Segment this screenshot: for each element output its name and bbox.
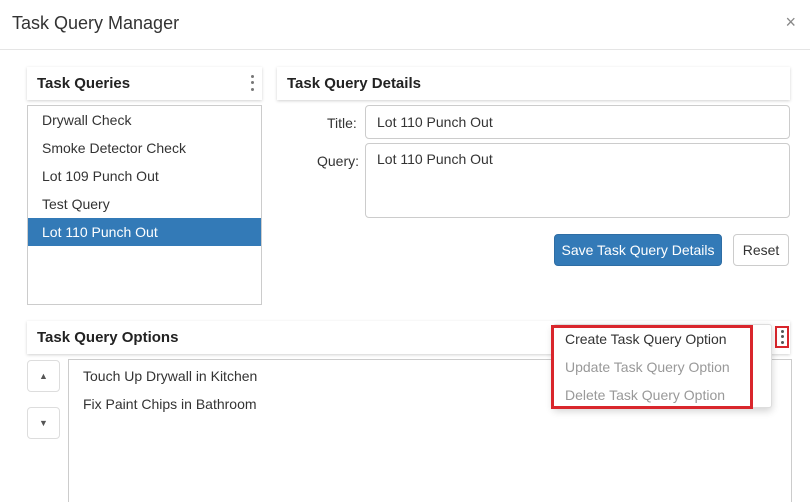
query-item-smoke-detector-check[interactable]: Smoke Detector Check <box>28 134 261 162</box>
query-item-drywall-check[interactable]: Drywall Check <box>28 106 261 134</box>
move-up-button[interactable]: ▲ <box>27 360 60 392</box>
query-item-test-query[interactable]: Test Query <box>28 190 261 218</box>
modal-header: Task Query Manager × <box>0 0 810 50</box>
arrow-up-icon: ▲ <box>39 371 48 381</box>
arrow-down-icon: ▼ <box>39 418 48 428</box>
create-task-query-option-menu-item[interactable]: Create Task Query Option <box>554 325 771 353</box>
update-task-query-option-menu-item[interactable]: Update Task Query Option <box>554 353 771 381</box>
move-down-button[interactable]: ▼ <box>27 407 60 439</box>
task-query-details-header: Task Query Details <box>277 67 790 100</box>
close-icon[interactable]: × <box>785 12 796 32</box>
task-query-details-title: Task Query Details <box>287 75 421 92</box>
modal-title: Task Query Manager <box>12 13 180 33</box>
task-queries-list: Drywall Check Smoke Detector Check Lot 1… <box>27 105 262 305</box>
title-label: Title: <box>327 115 357 131</box>
delete-task-query-option-menu-item[interactable]: Delete Task Query Option <box>554 381 771 409</box>
query-label: Query: <box>317 153 360 169</box>
save-task-query-details-button[interactable]: Save Task Query Details <box>554 234 722 266</box>
task-queries-title: Task Queries <box>37 75 131 92</box>
task-queries-header: Task Queries <box>27 67 262 100</box>
query-item-lot-110-punch-out[interactable]: Lot 110 Punch Out <box>28 218 261 246</box>
task-query-options-menu-icon[interactable] <box>775 326 789 348</box>
query-textarea[interactable]: Lot 110 Punch Out <box>365 143 790 218</box>
title-input[interactable] <box>365 105 790 139</box>
reset-button[interactable]: Reset <box>733 234 789 266</box>
query-item-lot-109-punch-out[interactable]: Lot 109 Punch Out <box>28 162 261 190</box>
options-dropdown-menu: Create Task Query Option Update Task Que… <box>553 324 772 408</box>
task-query-options-title: Task Query Options <box>37 329 179 346</box>
task-queries-menu-icon[interactable] <box>247 73 257 93</box>
